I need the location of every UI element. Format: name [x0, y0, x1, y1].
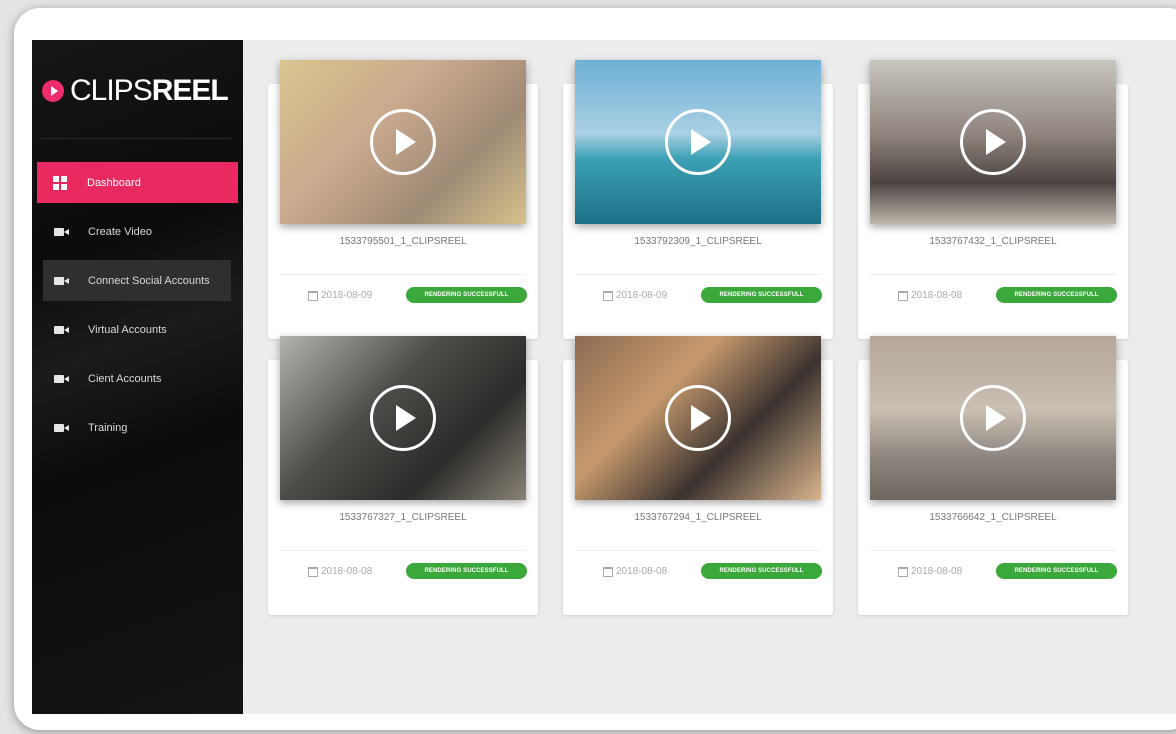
card-divider [280, 550, 526, 551]
dashboard-grid-icon [53, 175, 75, 190]
card-divider [870, 550, 1116, 551]
video-name: 1533792309_1_CLIPSREEL [634, 236, 762, 247]
sidebar-item-client-accounts[interactable]: Cient Accounts [32, 358, 243, 399]
video-thumbnail[interactable] [870, 60, 1116, 224]
sidebar: CLIPSREEL Dashboard Create Video Connect… [32, 40, 243, 714]
card-divider [575, 274, 821, 275]
status-badge: RENDERING SUCCESSFULL [996, 563, 1117, 579]
play-icon[interactable] [665, 385, 731, 451]
sidebar-item-training[interactable]: Training [32, 407, 243, 448]
video-camera-icon [54, 423, 76, 432]
video-card[interactable]: 1533767432_1_CLIPSREEL 2018-08-08 RENDER… [858, 60, 1128, 339]
play-icon[interactable] [960, 385, 1026, 451]
video-camera-icon [54, 276, 76, 285]
video-thumbnail[interactable] [280, 336, 526, 500]
video-date-text: 2018-08-09 [321, 290, 373, 301]
play-icon[interactable] [370, 109, 436, 175]
video-date: 2018-08-09 [603, 290, 667, 301]
video-card[interactable]: 1533795501_1_CLIPSREEL 2018-08-09 RENDER… [268, 60, 538, 339]
status-badge: RENDERING SUCCESSFULL [701, 563, 822, 579]
video-card[interactable]: 1533767327_1_CLIPSREEL 2018-08-08 RENDER… [268, 336, 538, 615]
video-date-text: 2018-08-08 [911, 290, 963, 301]
video-card[interactable]: 1533792309_1_CLIPSREEL 2018-08-09 RENDER… [563, 60, 833, 339]
video-name: 1533795501_1_CLIPSREEL [339, 236, 467, 247]
video-date: 2018-08-08 [898, 566, 962, 577]
sidebar-item-label: Cient Accounts [88, 372, 162, 385]
video-name: 1533766642_1_CLIPSREEL [929, 512, 1057, 523]
video-card[interactable]: 1533766642_1_CLIPSREEL 2018-08-08 RENDER… [858, 336, 1128, 615]
status-badge: RENDERING SUCCESSFULL [996, 287, 1117, 303]
calendar-icon [308, 290, 318, 301]
video-date-text: 2018-08-08 [616, 566, 668, 577]
status-badge: RENDERING SUCCESSFULL [406, 287, 527, 303]
sidebar-item-label: Create Video [88, 225, 153, 238]
play-icon[interactable] [665, 109, 731, 175]
device-frame: CLIPSREEL Dashboard Create Video Connect… [14, 8, 1176, 730]
logo-text-bold: REEL [151, 74, 229, 107]
sidebar-item-label: Training [88, 421, 128, 434]
sidebar-item-virtual-accounts[interactable]: Virtual Accounts [32, 309, 243, 350]
card-divider [280, 274, 526, 275]
video-card[interactable]: 1533767294_1_CLIPSREEL 2018-08-08 RENDER… [563, 336, 833, 615]
sidebar-item-create-video[interactable]: Create Video [32, 211, 243, 252]
sidebar-divider [42, 138, 232, 139]
status-badge: RENDERING SUCCESSFULL [406, 563, 527, 579]
video-thumbnail[interactable] [870, 336, 1116, 500]
video-camera-icon [54, 374, 76, 383]
video-date-text: 2018-08-08 [911, 566, 963, 577]
video-date: 2018-08-09 [308, 290, 372, 301]
clipsreel-logo[interactable]: CLIPSREEL [42, 74, 229, 107]
video-name: 1533767327_1_CLIPSREEL [339, 512, 467, 523]
play-icon[interactable] [960, 109, 1026, 175]
card-divider [870, 274, 1116, 275]
sidebar-nav: Dashboard Create Video Connect Social Ac… [32, 162, 243, 456]
video-camera-icon [54, 227, 76, 236]
play-logo-icon [42, 80, 64, 102]
status-badge: RENDERING SUCCESSFULL [701, 287, 822, 303]
video-name: 1533767432_1_CLIPSREEL [929, 236, 1057, 247]
video-date-text: 2018-08-09 [616, 290, 668, 301]
video-thumbnail[interactable] [575, 60, 821, 224]
video-date-text: 2018-08-08 [321, 566, 373, 577]
video-name: 1533767294_1_CLIPSREEL [634, 512, 762, 523]
video-date: 2018-08-08 [603, 566, 667, 577]
calendar-icon [898, 290, 908, 301]
calendar-icon [603, 566, 613, 577]
sidebar-item-label: Connect Social Accounts [88, 274, 210, 287]
calendar-icon [603, 290, 613, 301]
video-thumbnail[interactable] [280, 60, 526, 224]
video-camera-icon [54, 325, 76, 334]
sidebar-item-dashboard[interactable]: Dashboard [37, 162, 238, 203]
logo-text-light: CLIPS [70, 74, 153, 107]
app-screen: CLIPSREEL Dashboard Create Video Connect… [32, 40, 1176, 714]
play-icon[interactable] [370, 385, 436, 451]
sidebar-item-connect-social-accounts[interactable]: Connect Social Accounts [43, 260, 231, 301]
sidebar-item-label: Dashboard [87, 176, 141, 189]
logo-text: CLIPSREEL [70, 74, 229, 107]
video-date: 2018-08-08 [898, 290, 962, 301]
sidebar-item-label: Virtual Accounts [88, 323, 167, 336]
video-thumbnail[interactable] [575, 336, 821, 500]
calendar-icon [308, 566, 318, 577]
card-divider [575, 550, 821, 551]
calendar-icon [898, 566, 908, 577]
video-date: 2018-08-08 [308, 566, 372, 577]
